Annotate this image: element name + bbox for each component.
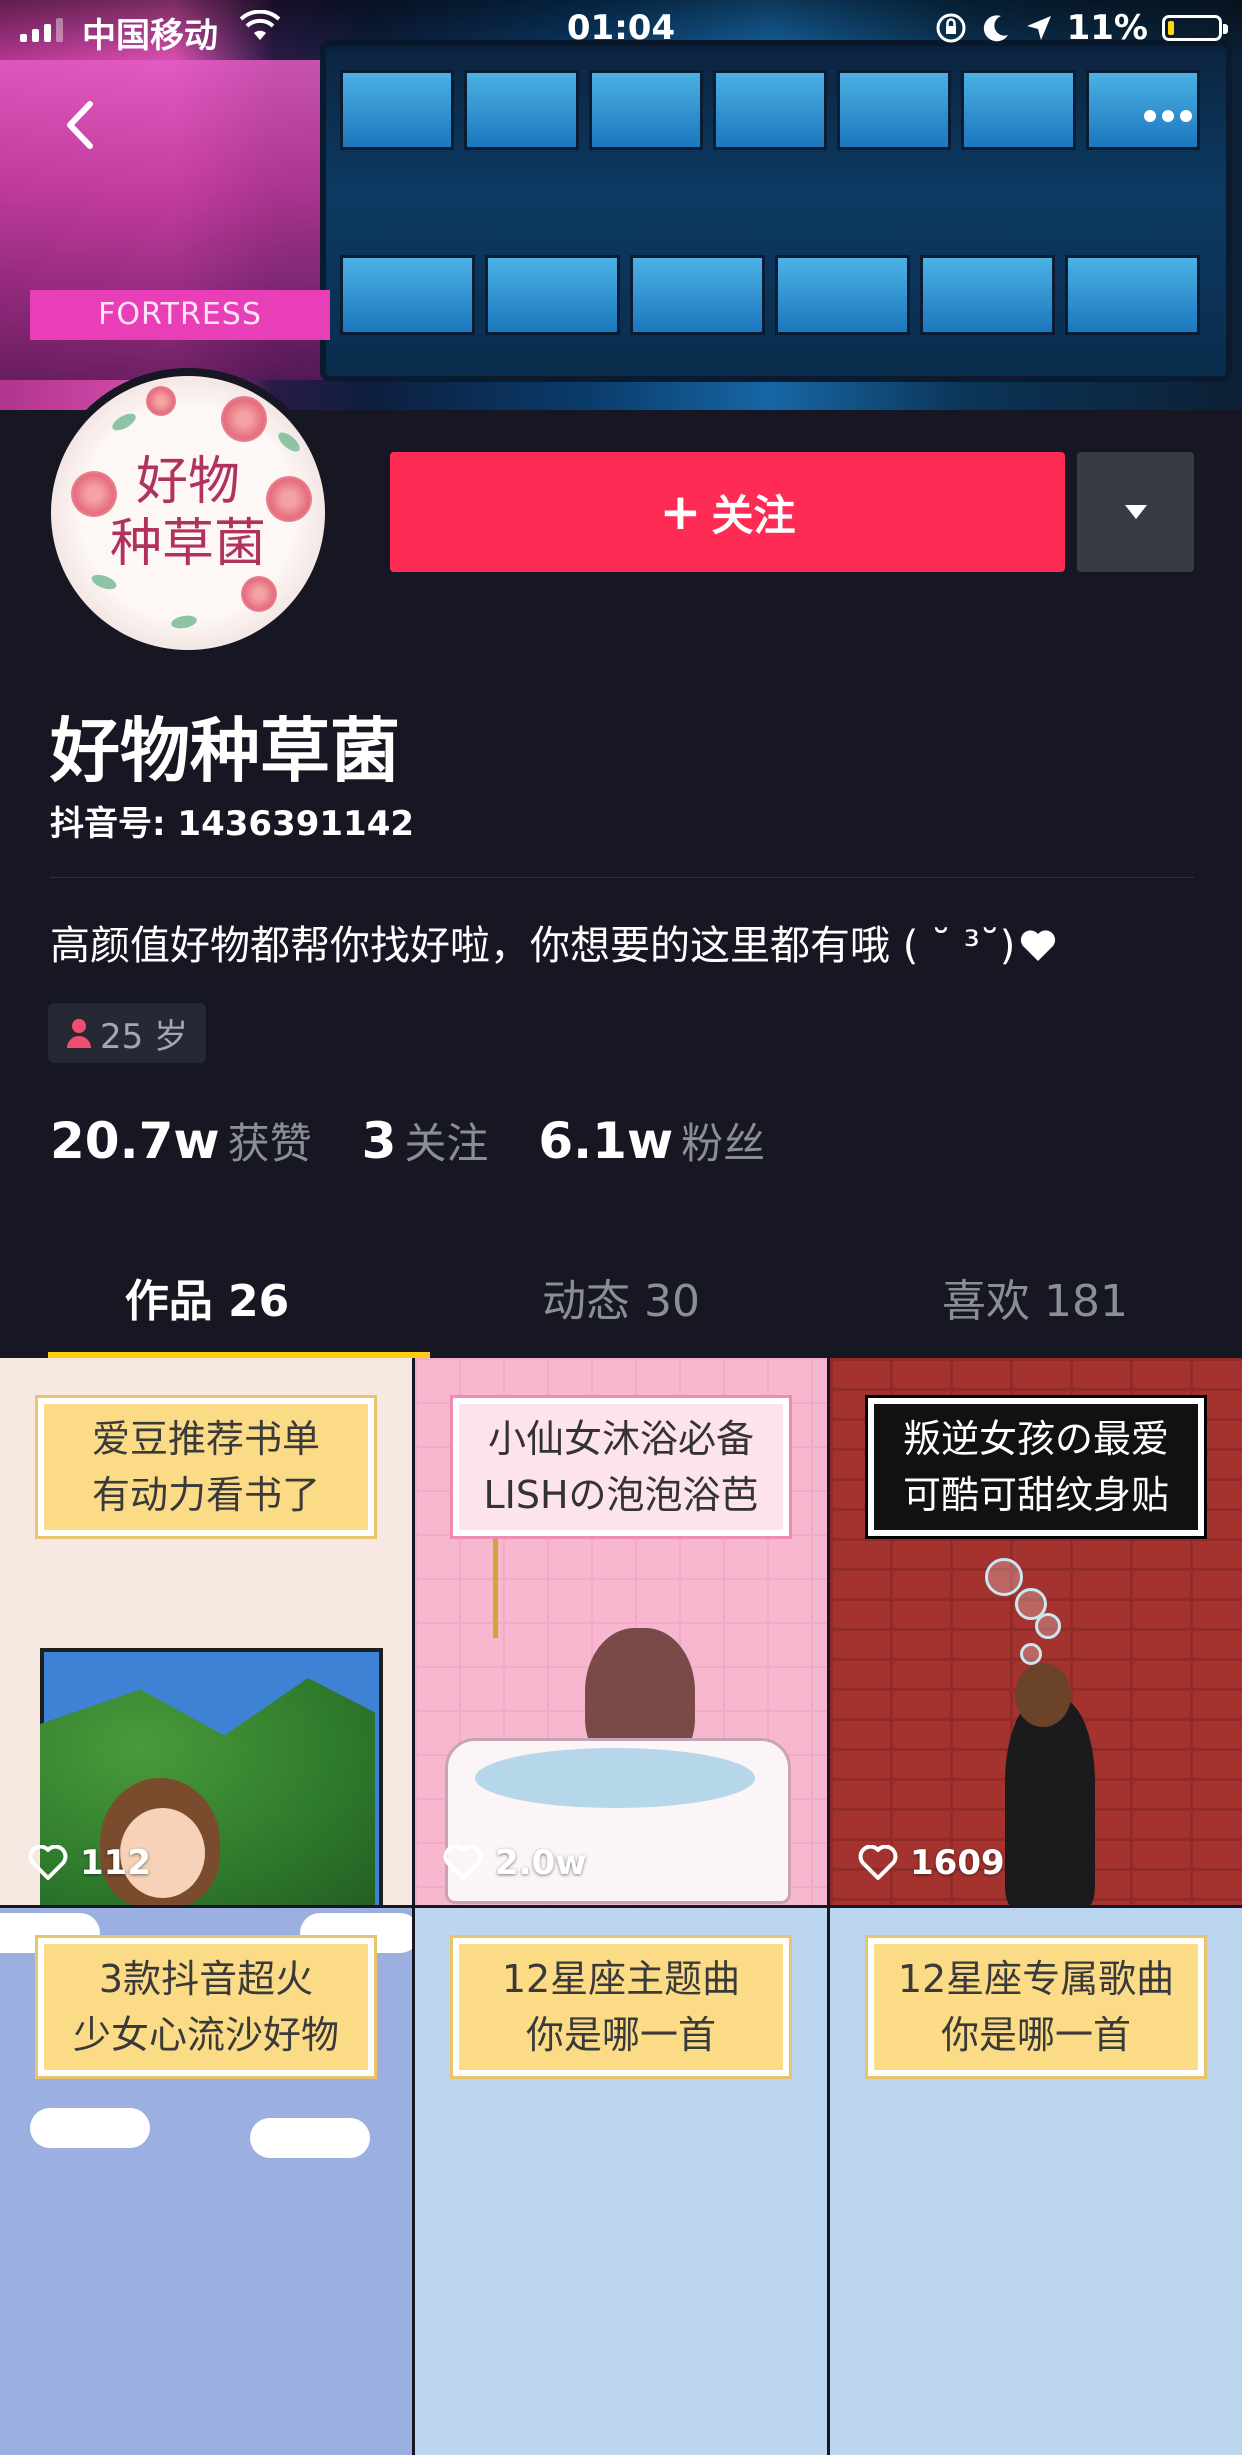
follow-label: 关注: [711, 490, 796, 540]
banner-sign: FORTRESS: [30, 290, 330, 340]
status-right-group: 11%: [935, 8, 1228, 48]
stat-likes[interactable]: 20.7w 获赞: [50, 1110, 312, 1171]
video-thumbnail[interactable]: 叛逆女孩の最爱 可酷可甜纹身贴 1609: [830, 1358, 1242, 1905]
tab-moments[interactable]: 动态 30: [414, 1262, 828, 1362]
banner-bus-windows-lower: [340, 255, 1200, 335]
video-thumbnail[interactable]: 爱豆推荐书单 有动力看书了 112: [0, 1358, 412, 1905]
more-icon: [1144, 110, 1156, 122]
profile-banner: FORTRESS: [0, 0, 1242, 410]
profile-name: 好物种草菌: [50, 710, 400, 792]
video-thumbnail[interactable]: 小仙女沐浴必备 LISHの泡泡浴芭 2.0w: [415, 1358, 827, 1905]
avatar-image: 好物 种草菌: [51, 376, 325, 650]
status-bar: 中国移动 01:04 11%: [0, 0, 1242, 60]
tab-likes[interactable]: 喜欢 181: [828, 1262, 1242, 1362]
video-grid: 爱豆推荐书单 有动力看书了 112 小仙女沐浴必备 LISHの泡泡浴芭 2.0w 叛…: [0, 1358, 1242, 2455]
back-icon: [67, 101, 93, 149]
divider: [50, 877, 1194, 878]
stat-followers[interactable]: 6.1w 粉丝: [538, 1110, 765, 1171]
plus-icon: +: [659, 483, 702, 541]
avatar[interactable]: 好物 种草菌: [43, 368, 333, 658]
video-caption: 12星座主题曲 你是哪一首: [450, 1935, 792, 2079]
douyin-id[interactable]: 抖音号: 1436391142: [50, 796, 414, 845]
avatar-logo-text: 好物 种草菌: [109, 452, 266, 574]
battery-icon: [1162, 15, 1228, 41]
heart-icon: [858, 1845, 898, 1880]
more-button[interactable]: [1144, 110, 1192, 122]
back-button[interactable]: [55, 95, 105, 155]
content-tabs: 作品 26 动态 30 喜欢 181: [0, 1262, 1242, 1362]
video-caption: 爱豆推荐书单 有动力看书了: [35, 1395, 377, 1539]
video-thumbnail[interactable]: 3款抖音超火 少女心流沙好物: [0, 1908, 412, 2455]
heart-icon: [28, 1845, 68, 1880]
video-like-count: 112: [28, 1843, 151, 1883]
video-caption: 叛逆女孩の最爱 可酷可甜纹身贴: [865, 1395, 1207, 1539]
age-tag: 25 岁: [48, 1003, 206, 1063]
banner-bus-windows-upper: [340, 70, 1200, 150]
video-thumbnail[interactable]: 12星座专属歌曲 你是哪一首: [830, 1908, 1242, 2455]
stat-following[interactable]: 3 关注: [362, 1110, 489, 1171]
profile-bio: 高颜值好物都帮你找好啦，你想要的这里都有哦 ( ˘ ³˘): [50, 913, 1057, 971]
video-caption: 小仙女沐浴必备 LISHの泡泡浴芭: [450, 1395, 792, 1539]
heart-icon: [1021, 930, 1056, 961]
video-like-count: 1609: [858, 1843, 1005, 1883]
moon-icon: [983, 15, 1008, 42]
lock-rotation-icon: [936, 13, 966, 43]
recommend-dropdown-button[interactable]: [1077, 452, 1194, 572]
video-caption: 3款抖音超火 少女心流沙好物: [35, 1935, 377, 2079]
heart-icon: [443, 1845, 483, 1880]
video-like-count: 2.0w: [443, 1843, 587, 1883]
video-thumbnail[interactable]: 12星座主题曲 你是哪一首: [415, 1908, 827, 2455]
battery-percent: 11%: [1066, 8, 1148, 48]
follow-button[interactable]: + 关注: [390, 452, 1065, 572]
video-caption: 12星座专属歌曲 你是哪一首: [865, 1935, 1207, 2079]
person-icon: [66, 1019, 91, 1048]
profile-stats: 20.7w 获赞 3 关注 6.1w 粉丝: [50, 1110, 815, 1171]
dropdown-arrow-icon: [1124, 505, 1147, 519]
location-icon: [1026, 16, 1051, 40]
tab-works[interactable]: 作品 26: [0, 1262, 414, 1362]
